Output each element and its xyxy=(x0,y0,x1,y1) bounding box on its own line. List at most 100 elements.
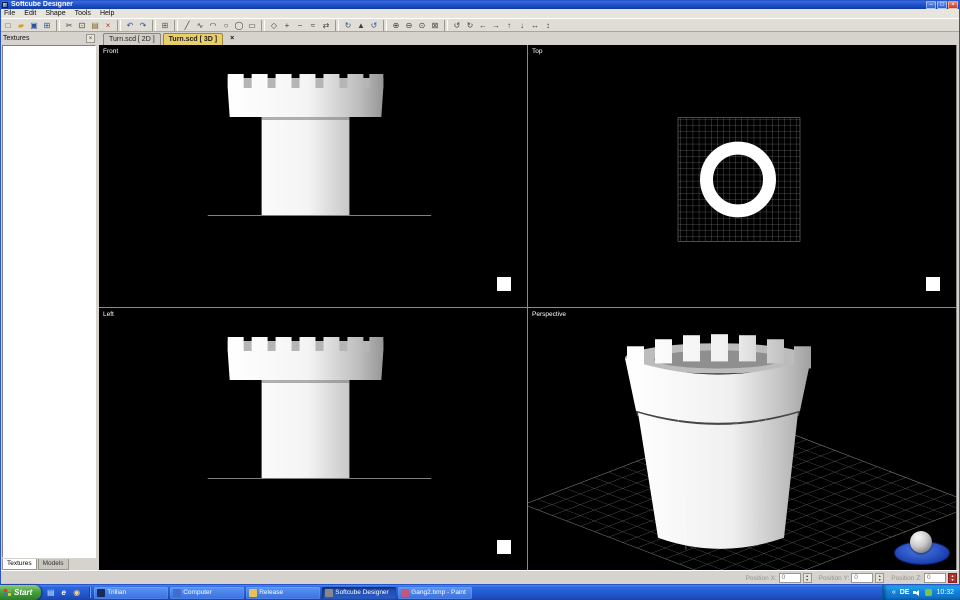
top-view-render xyxy=(528,45,956,307)
position-y-input[interactable]: 0 xyxy=(851,573,873,583)
twist-button[interactable]: ↺ xyxy=(368,20,380,31)
save-all-button[interactable]: ⊞ xyxy=(41,20,53,31)
flip-vertical-button[interactable]: ↕ xyxy=(542,20,554,31)
close-button[interactable]: × xyxy=(948,1,958,9)
taskbar-button-release[interactable]: Release xyxy=(246,587,320,599)
taskbar-button-trillian[interactable]: Trillian xyxy=(94,587,168,599)
volume-icon[interactable] xyxy=(913,589,921,597)
position-y-spinner[interactable]: ▴▾ xyxy=(875,573,884,583)
move-left-button[interactable]: ← xyxy=(477,20,489,31)
start-button[interactable]: Start xyxy=(0,585,41,600)
toolbar: □ ▰ ▣ ⊞ ✂ ⊡ ▤ × ↶ ↷ ⊞ ╱ xyxy=(0,19,960,32)
draw-arc-button[interactable]: ◠ xyxy=(207,20,219,31)
taskbar-button-label: Softcube Designer xyxy=(335,589,388,596)
document-tab-bar: Turn.scd [ 2D ] Turn.scd [ 3D ] × xyxy=(98,32,960,45)
viewport-front[interactable]: Front xyxy=(99,45,527,307)
system-tray: « DE 10:32 xyxy=(882,585,960,600)
redo-button[interactable]: ↷ xyxy=(137,20,149,31)
new-file-button[interactable]: □ xyxy=(2,20,14,31)
tray-app-icon[interactable] xyxy=(925,589,932,596)
tab-turn-3d[interactable]: Turn.scd [ 3D ] xyxy=(163,33,223,45)
draw-rectangle-button[interactable]: ▭ xyxy=(246,20,258,31)
edit-points-button[interactable]: ◇ xyxy=(268,20,280,31)
trillian-icon xyxy=(97,589,105,597)
viewport-left[interactable]: Left xyxy=(99,308,527,570)
toolbar-separator xyxy=(261,20,265,31)
left-view-render xyxy=(99,308,527,570)
orientation-ball-icon xyxy=(910,531,932,553)
cut-button[interactable]: ✂ xyxy=(63,20,75,31)
textures-panel-title: Textures xyxy=(3,35,86,42)
save-button[interactable]: ▣ xyxy=(28,20,40,31)
taskbar-button-paint[interactable]: Gang2.bmp - Paint xyxy=(398,587,472,599)
tab-textures[interactable]: Textures xyxy=(2,559,37,570)
menu-tools[interactable]: Tools xyxy=(75,9,91,19)
computer-icon xyxy=(173,589,181,597)
flip-horizontal-button[interactable]: ↔ xyxy=(529,20,541,31)
position-z-input[interactable]: 0 xyxy=(924,573,946,583)
zoom-region-button[interactable]: ⊠ xyxy=(429,20,441,31)
position-z-field: Position Z: 0 ▴▾ xyxy=(891,573,957,583)
position-z-spinner[interactable]: ▴▾ xyxy=(948,573,957,583)
viewport-perspective[interactable]: Perspective xyxy=(528,308,956,570)
viewport-left-handle[interactable] xyxy=(497,540,511,554)
menu-edit[interactable]: Edit xyxy=(24,9,36,19)
rotate-right-button[interactable]: ↻ xyxy=(464,20,476,31)
clock: 10:32 xyxy=(936,585,954,600)
remove-point-button[interactable]: − xyxy=(294,20,306,31)
position-z-label: Position Z: xyxy=(891,575,922,582)
move-up-button[interactable]: ↑ xyxy=(503,20,515,31)
quicklaunch-show-desktop[interactable]: ▤ xyxy=(45,587,56,598)
panel-close-icon[interactable]: × xyxy=(86,34,95,43)
maximize-button[interactable]: □ xyxy=(937,1,947,9)
position-x-input[interactable]: 0 xyxy=(779,573,801,583)
extrude-button[interactable]: ▲ xyxy=(355,20,367,31)
tab-models[interactable]: Models xyxy=(38,559,69,570)
front-view-render xyxy=(99,45,527,307)
zoom-in-button[interactable]: ⊕ xyxy=(390,20,402,31)
tab-close-icon[interactable]: × xyxy=(227,34,237,44)
taskbar-button-label: Gang2.bmp - Paint xyxy=(411,589,466,596)
draw-polyline-button[interactable]: ∿ xyxy=(194,20,206,31)
menu-help[interactable]: Help xyxy=(100,9,114,19)
taskbar-button-computer[interactable]: Computer xyxy=(170,587,244,599)
rotate-left-button[interactable]: ↺ xyxy=(451,20,463,31)
viewport-perspective-label: Perspective xyxy=(532,311,566,318)
menu-shape[interactable]: Shape xyxy=(45,9,65,19)
texture-list[interactable] xyxy=(2,45,96,558)
grid-toggle-button[interactable]: ⊞ xyxy=(159,20,171,31)
menu-file[interactable]: File xyxy=(4,9,15,19)
position-y-label: Position Y: xyxy=(819,575,850,582)
move-down-button[interactable]: ↓ xyxy=(516,20,528,31)
zoom-fit-button[interactable]: ⊙ xyxy=(416,20,428,31)
language-indicator[interactable]: DE xyxy=(900,589,910,596)
quicklaunch-internet-explorer[interactable]: e xyxy=(58,587,69,598)
smooth-curve-button[interactable]: ≈ xyxy=(307,20,319,31)
viewport-front-handle[interactable] xyxy=(497,277,511,291)
open-file-button[interactable]: ▰ xyxy=(15,20,27,31)
tab-turn-2d[interactable]: Turn.scd [ 2D ] xyxy=(103,33,161,45)
quicklaunch-media-player[interactable]: ◉ xyxy=(71,587,82,598)
undo-button[interactable]: ↶ xyxy=(124,20,136,31)
zoom-out-button[interactable]: ⊖ xyxy=(403,20,415,31)
viewport-top[interactable]: Top xyxy=(528,45,956,307)
mirror-button[interactable]: ⇄ xyxy=(320,20,332,31)
position-x-field: Position X: 0 ▴▾ xyxy=(746,573,812,583)
delete-button[interactable]: × xyxy=(102,20,114,31)
taskbar-button-softcube-designer[interactable]: Softcube Designer xyxy=(322,587,396,599)
move-right-button[interactable]: → xyxy=(490,20,502,31)
toolbar-separator xyxy=(444,20,448,31)
draw-line-button[interactable]: ╱ xyxy=(181,20,193,31)
copy-button[interactable]: ⊡ xyxy=(76,20,88,31)
tray-chevron-icon[interactable]: « xyxy=(892,585,896,600)
position-x-spinner[interactable]: ▴▾ xyxy=(803,573,812,583)
paste-button[interactable]: ▤ xyxy=(89,20,101,31)
minimize-button[interactable]: – xyxy=(926,1,936,9)
add-point-button[interactable]: + xyxy=(281,20,293,31)
viewport-top-handle[interactable] xyxy=(926,277,940,291)
orientation-widget[interactable] xyxy=(894,531,950,565)
viewport-top-label: Top xyxy=(532,48,542,55)
revolve-button[interactable]: ↻ xyxy=(342,20,354,31)
draw-circle-button[interactable]: ○ xyxy=(220,20,232,31)
draw-ellipse-button[interactable]: ◯ xyxy=(233,20,245,31)
